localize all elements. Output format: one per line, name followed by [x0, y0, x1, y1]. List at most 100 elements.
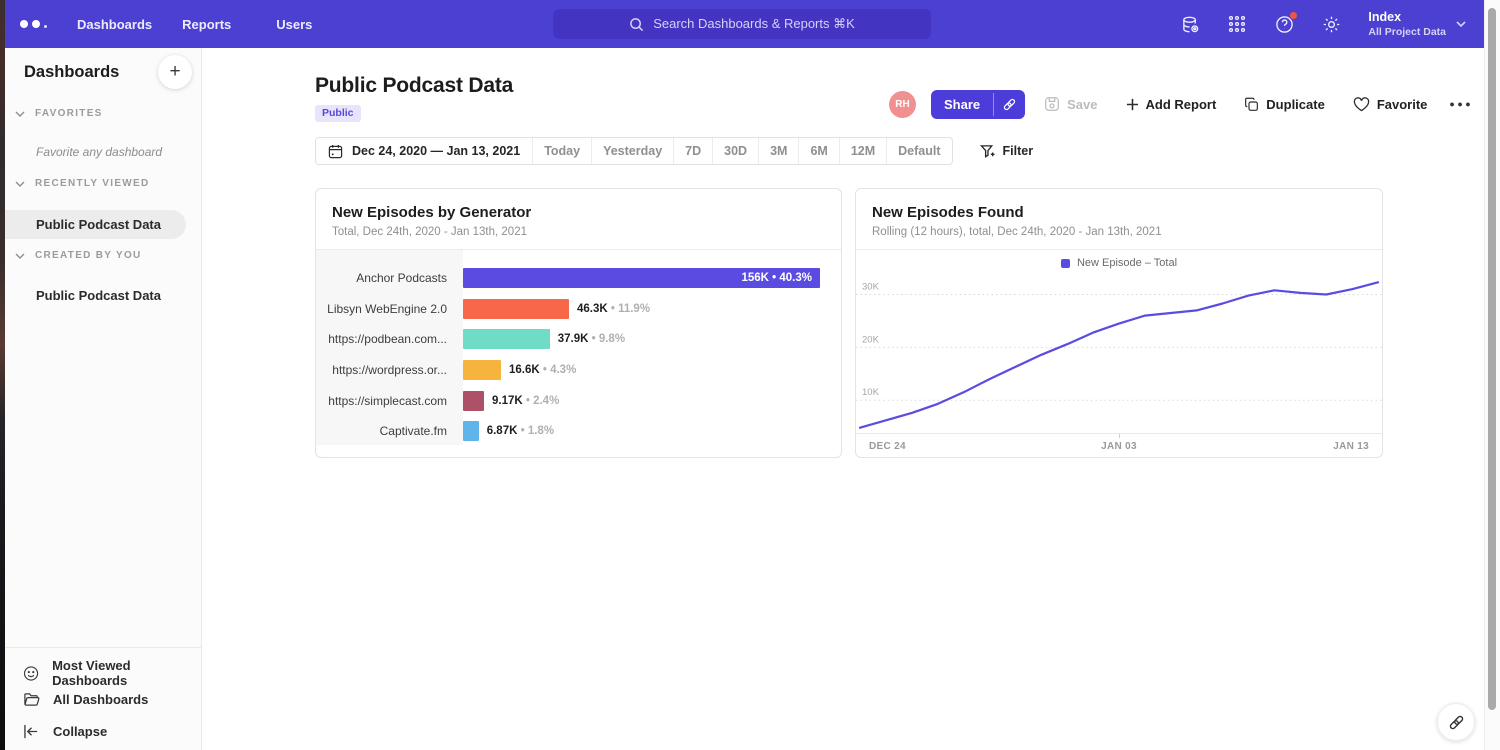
bar-category-label: Anchor Podcasts: [316, 271, 463, 285]
settings-gear-icon[interactable]: [1321, 14, 1341, 34]
plus-icon: +: [169, 61, 180, 83]
search-input[interactable]: Search Dashboards & Reports ⌘K: [553, 9, 931, 39]
date-range-button[interactable]: Dec 24, 2020 — Jan 13, 2021: [316, 138, 532, 164]
line-chart-legend[interactable]: New Episode – Total: [856, 250, 1382, 276]
bar-category-label: https://podbean.com...: [316, 332, 463, 346]
bar-row[interactable]: https://podbean.com... 37.9K • 9.8%: [316, 324, 820, 355]
preset-default[interactable]: Default: [886, 138, 951, 164]
bar-fill[interactable]: [463, 329, 550, 349]
data-sources-icon[interactable]: [1180, 14, 1200, 34]
bar-chart-card[interactable]: New Episodes by Generator Total, Dec 24t…: [315, 188, 842, 458]
logo-dot: [20, 20, 28, 28]
duplicate-button[interactable]: Duplicate: [1244, 97, 1325, 112]
chevron-down-icon: [15, 181, 25, 187]
favorites-empty-hint: Favorite any dashboard: [36, 145, 162, 159]
sidebar-title: Dashboards: [24, 63, 119, 82]
avatar[interactable]: RH: [889, 91, 916, 118]
line-chart-subtitle: Rolling (12 hours), total, Dec 24th, 202…: [872, 226, 1366, 238]
svg-text:10K: 10K: [862, 387, 880, 398]
collapse-icon: [23, 724, 40, 739]
bar-row[interactable]: https://simplecast.com9.17K • 2.4%: [316, 385, 820, 416]
bar-fill[interactable]: [463, 299, 569, 319]
more-options-button[interactable]: ●●●: [1449, 99, 1473, 109]
collapse-label: Collapse: [53, 724, 107, 739]
help-icon[interactable]: [1274, 14, 1294, 34]
preset-30d[interactable]: 30D: [712, 138, 758, 164]
section-recently-viewed[interactable]: RECENTLY VIEWED: [5, 178, 150, 189]
preset-6m[interactable]: 6M: [798, 138, 838, 164]
bar-row[interactable]: Captivate.fm6.87K • 1.8%: [316, 416, 820, 447]
preset-3m[interactable]: 3M: [758, 138, 798, 164]
nav-dashboards[interactable]: Dashboards: [77, 17, 152, 32]
heart-icon: [1353, 97, 1370, 112]
scrollbar-thumb[interactable]: [1488, 8, 1496, 710]
bar-fill[interactable]: [463, 360, 501, 380]
add-dashboard-button[interactable]: +: [158, 55, 192, 89]
smiley-icon: [23, 665, 39, 682]
sidebar-item-public-podcast-data-2[interactable]: Public Podcast Data: [36, 288, 161, 303]
nav-reports[interactable]: Reports: [182, 17, 246, 32]
navbar-right: Index All Project Data: [1180, 0, 1466, 48]
line-chart-card[interactable]: New Episodes Found Rolling (12 hours), t…: [855, 188, 1383, 458]
filter-button[interactable]: Filter: [980, 144, 1034, 159]
legend-swatch: [1061, 259, 1070, 268]
chevron-down-icon: [15, 253, 25, 259]
preset-yesterday[interactable]: Yesterday: [591, 138, 673, 164]
date-range-group: Dec 24, 2020 — Jan 13, 2021 TodayYesterd…: [315, 137, 953, 165]
notification-badge: [1289, 11, 1298, 20]
filter-funnel-icon: [980, 144, 995, 159]
all-dashboards-button[interactable]: All Dashboards: [23, 691, 148, 708]
bar-row[interactable]: Libsyn WebEngine 2.0 46.3K • 11.9%: [316, 294, 820, 325]
bar-row[interactable]: Anchor Podcasts156K • 40.3%: [316, 263, 820, 294]
logo-dot: [32, 20, 40, 28]
bar-chart-header: New Episodes by Generator Total, Dec 24t…: [316, 189, 841, 250]
bar-category-label: Libsyn WebEngine 2.0: [316, 302, 463, 316]
add-report-label: Add Report: [1146, 97, 1217, 112]
date-controls: Dec 24, 2020 — Jan 13, 2021 TodayYesterd…: [315, 137, 1033, 165]
preset-today[interactable]: Today: [532, 138, 591, 164]
duplicate-label: Duplicate: [1266, 97, 1325, 112]
logo-dot: [44, 25, 47, 28]
line-chart-header: New Episodes Found Rolling (12 hours), t…: [856, 189, 1382, 250]
project-name: Index: [1368, 10, 1446, 24]
nav-users[interactable]: Users: [276, 17, 312, 32]
share-button[interactable]: Share: [931, 90, 1025, 119]
most-viewed-dashboards-button[interactable]: Most Viewed Dashboards: [23, 658, 201, 688]
project-scope: All Project Data: [1368, 26, 1446, 38]
brand-logo[interactable]: [20, 20, 47, 28]
bar-fill[interactable]: 156K • 40.3%: [463, 268, 820, 288]
all-dashboards-label: All Dashboards: [53, 692, 148, 707]
search-icon: [629, 17, 644, 32]
section-favorites[interactable]: FAVORITES: [5, 108, 103, 119]
collapse-sidebar-button[interactable]: Collapse: [23, 724, 107, 739]
most-viewed-dashboards-label: Most Viewed Dashboards: [52, 658, 201, 688]
sidebar-footer: Most Viewed Dashboards All Dashboards Co…: [5, 647, 201, 750]
favorite-button[interactable]: Favorite: [1353, 97, 1428, 112]
bar-value-label: 37.9K • 9.8%: [558, 333, 625, 345]
bar-value-label: 6.87K • 1.8%: [487, 425, 554, 437]
bar-fill[interactable]: [463, 391, 484, 411]
preset-12m[interactable]: 12M: [839, 138, 886, 164]
scrollbar-track[interactable]: [1484, 0, 1500, 750]
add-report-button[interactable]: Add Report: [1126, 97, 1217, 112]
share-link-icon[interactable]: [994, 90, 1025, 119]
public-badge: Public: [315, 105, 361, 122]
bar-value-label: 46.3K • 11.9%: [577, 303, 650, 315]
bar-chart-subtitle: Total, Dec 24th, 2020 - Jan 13th, 2021: [332, 226, 825, 238]
preset-7d[interactable]: 7D: [673, 138, 712, 164]
xtick-dec24: DEC 24: [869, 441, 906, 452]
bar-rows: Anchor Podcasts156K • 40.3%Libsyn WebEng…: [316, 263, 820, 447]
nav-reports-label: Reports: [182, 17, 231, 32]
bar-row[interactable]: https://wordpress.or...16.6K • 4.3%: [316, 355, 820, 386]
save-button[interactable]: Save: [1044, 96, 1097, 112]
section-created-by-you[interactable]: CREATED BY YOU: [5, 250, 142, 261]
apps-grid-icon[interactable]: [1227, 14, 1247, 34]
bar-chart-body: Anchor Podcasts156K • 40.3%Libsyn WebEng…: [316, 250, 841, 459]
get-link-fab[interactable]: [1437, 703, 1475, 741]
chevron-down-icon: [15, 111, 25, 117]
bar-value-label: 9.17K • 2.4%: [492, 395, 559, 407]
project-selector[interactable]: Index All Project Data: [1368, 10, 1466, 38]
bar-category-label: https://wordpress.or...: [316, 363, 463, 377]
bar-fill[interactable]: [463, 421, 479, 441]
sidebar-item-public-podcast-data[interactable]: Public Podcast Data: [36, 217, 161, 232]
